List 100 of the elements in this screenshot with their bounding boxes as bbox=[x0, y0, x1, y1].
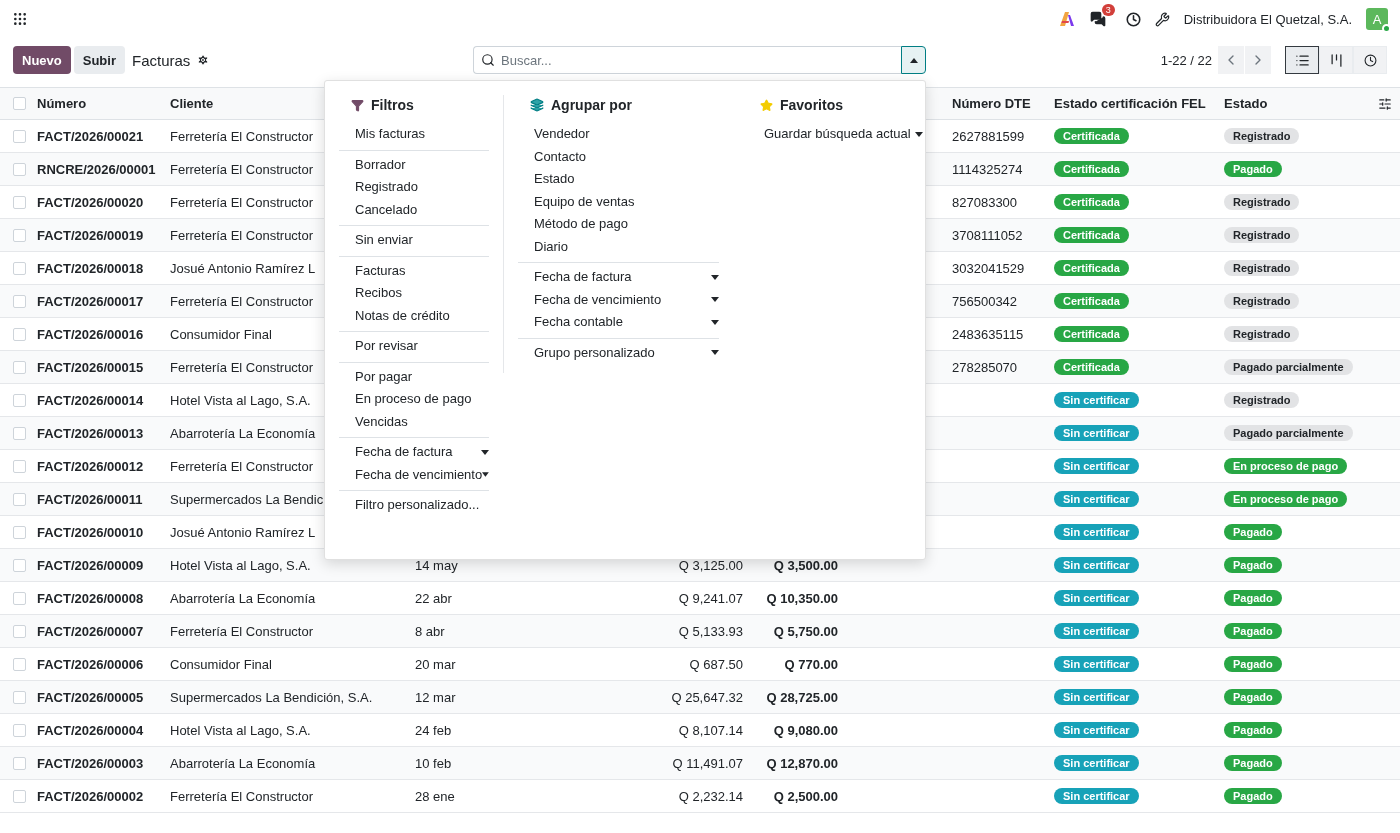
table-cell: FACT/2026/00018 bbox=[37, 260, 144, 276]
ai-logo-icon[interactable] bbox=[1059, 12, 1076, 26]
table-cell: Abarrotería La Economía bbox=[170, 755, 316, 771]
row-checkbox[interactable] bbox=[13, 723, 26, 737]
row-checkbox[interactable] bbox=[13, 294, 26, 308]
row-checkbox[interactable] bbox=[13, 360, 26, 374]
status-tag: Pagado bbox=[1224, 689, 1282, 705]
menu-item[interactable]: Fecha de vencimiento bbox=[339, 463, 489, 486]
status-tag: Registrado bbox=[1224, 194, 1300, 210]
status-tag: Pagado bbox=[1224, 590, 1282, 606]
row-checkbox[interactable] bbox=[13, 327, 26, 341]
menu-item[interactable]: Diario bbox=[518, 235, 719, 258]
menu-item[interactable]: Borrador bbox=[339, 153, 489, 176]
status-tag: Pagado bbox=[1224, 656, 1282, 672]
menu-item[interactable]: Sin enviar bbox=[339, 229, 489, 252]
filter-toggle[interactable] bbox=[901, 46, 926, 74]
company-name[interactable]: Distribuidora El Quetzal, S.A. bbox=[1183, 11, 1352, 27]
table-cell: Q 12,870.00 bbox=[766, 755, 838, 771]
menu-item[interactable]: Mis facturas bbox=[339, 123, 489, 146]
previous-button[interactable] bbox=[1218, 46, 1244, 74]
menu-item[interactable]: Método de pago bbox=[518, 213, 719, 236]
select-all-checkbox[interactable] bbox=[13, 97, 26, 110]
row-checkbox[interactable] bbox=[13, 228, 26, 242]
table-cell: Q 770.00 bbox=[784, 656, 838, 672]
table-cell: Hotel Vista al Lago, S.A. bbox=[170, 392, 311, 408]
column-header[interactable]: Estado certificación FEL bbox=[1054, 96, 1206, 111]
table-cell: FACT/2026/00011 bbox=[37, 491, 143, 507]
menu-item[interactable]: Registrado bbox=[339, 176, 489, 199]
row-checkbox[interactable] bbox=[13, 657, 26, 671]
table-cell: Ferretería El Constructor bbox=[170, 359, 314, 375]
menu-item[interactable]: Recibos bbox=[339, 282, 489, 305]
clock-icon[interactable] bbox=[1125, 11, 1141, 27]
table-cell: Q 5,750.00 bbox=[773, 623, 838, 639]
column-header[interactable]: Estado bbox=[1224, 96, 1268, 111]
table-cell: Supermercados La Bendición, S.A. bbox=[170, 689, 373, 705]
table-cell: Josué Antonio Ramírez L bbox=[170, 260, 316, 276]
upload-button[interactable]: Subir bbox=[73, 46, 125, 74]
menu-item[interactable]: Estado bbox=[518, 168, 719, 191]
view-button[interactable] bbox=[1285, 46, 1319, 74]
menu-item[interactable]: Facturas bbox=[339, 259, 489, 282]
row-checkbox[interactable] bbox=[13, 756, 26, 770]
menu-item[interactable]: Notas de crédito bbox=[339, 304, 489, 327]
row-checkbox[interactable] bbox=[13, 393, 26, 407]
menu-item[interactable]: Por pagar bbox=[339, 365, 489, 388]
row-checkbox[interactable] bbox=[13, 459, 26, 473]
menu-item[interactable]: Fecha de factura bbox=[518, 266, 719, 289]
status-tag: Pagado bbox=[1224, 524, 1282, 540]
menu-item[interactable]: Contacto bbox=[518, 145, 719, 168]
menu-item[interactable]: Fecha de factura bbox=[339, 441, 489, 464]
status-tag: Certificada bbox=[1054, 359, 1129, 375]
row-checkbox[interactable] bbox=[13, 162, 26, 176]
row-checkbox[interactable] bbox=[13, 789, 26, 803]
chat-icon[interactable] bbox=[1089, 11, 1106, 27]
menu-item[interactable]: Filtro personalizado... bbox=[339, 494, 489, 517]
table-cell: FACT/2026/00016 bbox=[37, 326, 144, 342]
menu-item[interactable]: Grupo personalizado bbox=[518, 341, 719, 364]
table-cell: Abarrotería La Economía bbox=[170, 425, 316, 441]
menu-item[interactable]: Equipo de ventas bbox=[518, 190, 719, 213]
status-tag: Registrado bbox=[1224, 128, 1300, 144]
row-checkbox[interactable] bbox=[13, 261, 26, 275]
settings-icon[interactable] bbox=[197, 54, 210, 66]
table-cell: FACT/2026/00010 bbox=[37, 524, 144, 540]
column-header[interactable]: Número DTE bbox=[952, 96, 1031, 111]
row-checkbox[interactable] bbox=[13, 624, 26, 638]
status-tag: Certificada bbox=[1054, 194, 1129, 210]
menu-item[interactable]: Fecha contable bbox=[518, 311, 719, 334]
menu-item[interactable]: Cancelado bbox=[339, 198, 489, 221]
menu-item[interactable]: En proceso de pago bbox=[339, 388, 489, 411]
search-icon bbox=[481, 53, 495, 67]
column-header[interactable]: Cliente bbox=[170, 96, 214, 111]
row-checkbox[interactable] bbox=[13, 492, 26, 506]
menu-item[interactable]: Por revisar bbox=[339, 335, 489, 358]
next-button[interactable] bbox=[1245, 46, 1271, 74]
menu-item[interactable]: Vencidas bbox=[339, 410, 489, 433]
table-cell: Consumidor Final bbox=[170, 656, 272, 672]
column-header[interactable]: Número bbox=[37, 96, 87, 111]
status-tag: Certificada bbox=[1054, 227, 1129, 243]
menu-item[interactable]: Fecha de vencimiento bbox=[518, 288, 719, 311]
row-checkbox[interactable] bbox=[13, 525, 26, 539]
menu-item[interactable]: Guardar búsqueda actual bbox=[748, 123, 923, 146]
row-checkbox[interactable] bbox=[13, 591, 26, 605]
table-cell: Q 2,232.14 bbox=[678, 788, 743, 804]
wrench-icon[interactable] bbox=[1154, 11, 1170, 27]
status-tag: Sin certificar bbox=[1054, 524, 1139, 540]
status-tag: Pagado parcialmente bbox=[1224, 359, 1353, 375]
table-cell: Q 5,133.93 bbox=[678, 623, 743, 639]
row-checkbox[interactable] bbox=[13, 558, 26, 572]
column-settings-icon[interactable] bbox=[1378, 96, 1392, 111]
pager-value[interactable]: 1-22 / 22 bbox=[1160, 52, 1212, 68]
row-checkbox[interactable] bbox=[13, 426, 26, 440]
row-checkbox[interactable] bbox=[13, 129, 26, 143]
row-checkbox[interactable] bbox=[13, 195, 26, 209]
apps-menu-icon[interactable] bbox=[12, 11, 28, 27]
search-field[interactable]: Buscar... bbox=[473, 46, 901, 74]
table-cell: FACT/2026/00002 bbox=[37, 788, 144, 804]
table-cell: Q 11,491.07 bbox=[672, 755, 743, 771]
new-button[interactable]: Nuevo bbox=[13, 46, 71, 74]
caret-icon bbox=[482, 472, 489, 478]
row-checkbox[interactable] bbox=[13, 690, 26, 704]
menu-item[interactable]: Vendedor bbox=[518, 123, 719, 146]
